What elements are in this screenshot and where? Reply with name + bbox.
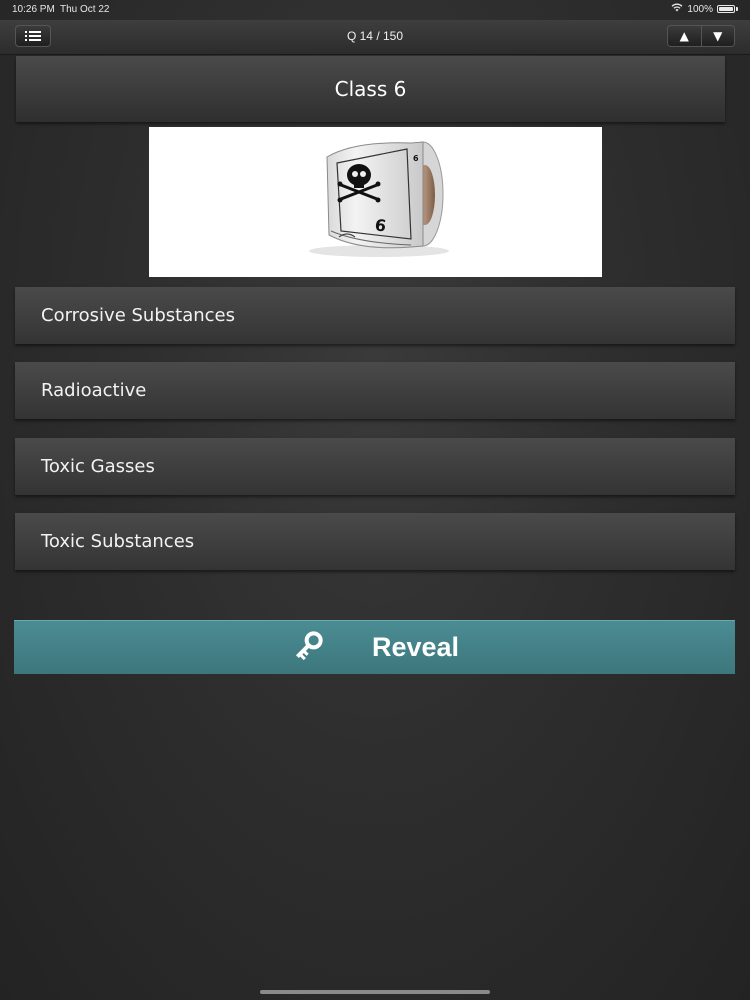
status-indicators: 100% [671, 3, 738, 15]
question-header: Class 6 [16, 56, 725, 122]
answer-option[interactable]: Toxic Substances [15, 513, 735, 570]
answer-label: Toxic Gasses [41, 456, 155, 477]
poison-label-roll-image: 6 6 [309, 141, 449, 257]
reveal-label: Reveal [371, 632, 460, 662]
wifi-icon [671, 3, 683, 15]
home-indicator[interactable] [260, 990, 490, 994]
answer-option[interactable]: Toxic Gasses [15, 438, 735, 495]
answer-option[interactable]: Corrosive Substances [15, 287, 735, 344]
answer-label: Corrosive Substances [41, 305, 235, 326]
question-image: 6 6 [149, 127, 602, 277]
status-date: Thu Oct 22 [60, 4, 110, 15]
question-progress: Q 14 / 150 [346, 29, 404, 43]
arrow-up-icon: ▲ [679, 29, 689, 43]
status-bar: 10:26 PM Thu Oct 22 100% [0, 0, 750, 20]
reveal-button[interactable]: Reveal [14, 620, 735, 674]
question-title: Class 6 [334, 77, 407, 101]
status-time: 10:26 PM [12, 4, 55, 15]
key-icon [290, 628, 326, 668]
arrow-down-icon: ▼ [713, 29, 723, 43]
label-number-edge: 6 [413, 154, 419, 163]
answer-label: Radioactive [41, 380, 147, 401]
next-question-button[interactable]: ▼ [700, 26, 734, 46]
previous-question-button[interactable]: ▲ [668, 26, 701, 46]
battery-icon [717, 5, 735, 13]
answer-label: Toxic Substances [41, 531, 195, 552]
battery-percent: 100% [687, 3, 713, 15]
nav-bar: Q 14 / 150 ▲ ▼ [0, 20, 750, 55]
question-navigation: ▲ ▼ [667, 25, 735, 47]
answer-option[interactable]: Radioactive [15, 362, 735, 419]
